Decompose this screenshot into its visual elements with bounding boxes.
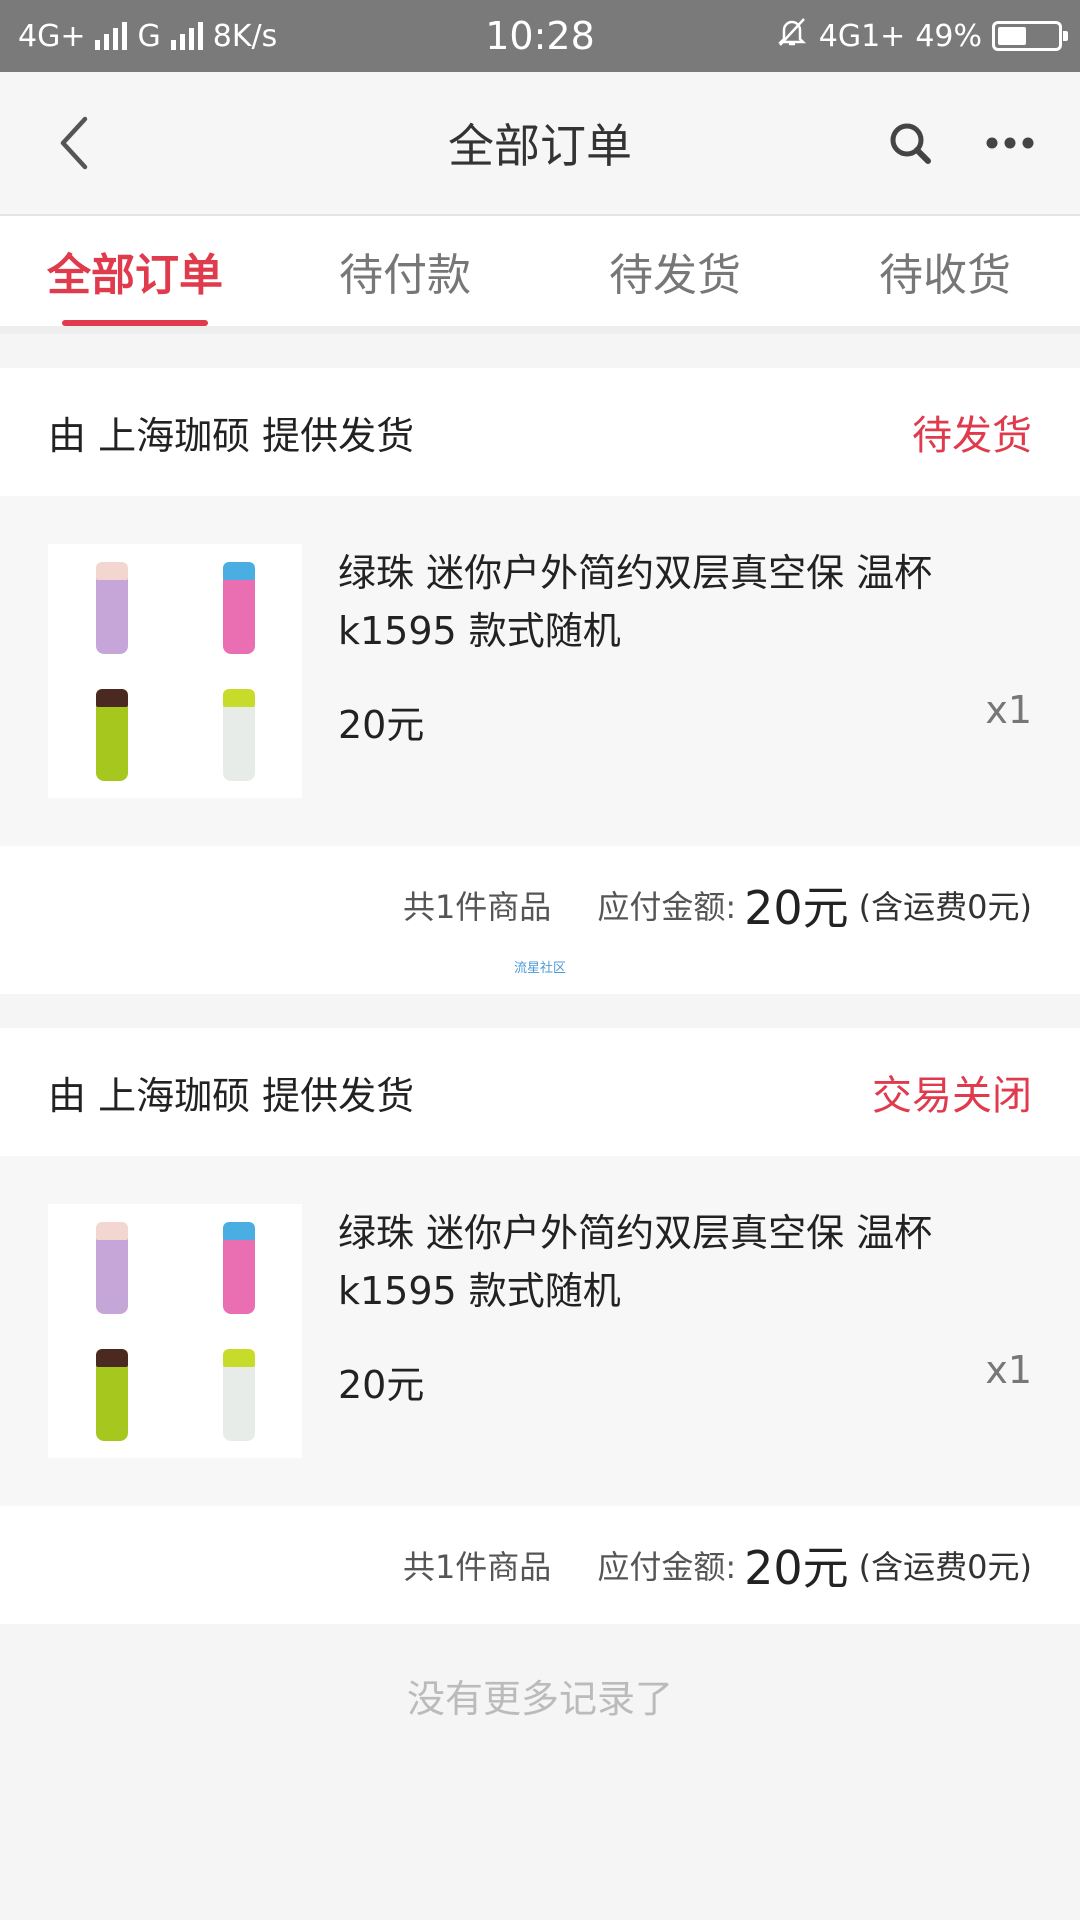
more-button[interactable] — [980, 113, 1040, 173]
tab-pending-shipment[interactable]: 待发货 — [540, 216, 810, 326]
order-tabs: 全部订单 待付款 待发货 待收货 — [0, 216, 1080, 334]
total-amount: 20元 — [744, 1541, 849, 1595]
nav-bar: 全部订单 — [0, 72, 1080, 216]
search-button[interactable] — [880, 113, 940, 173]
item-count: 共1件商品 — [402, 888, 552, 926]
nav-actions — [880, 113, 1040, 173]
product-quantity: x1 — [985, 688, 1032, 732]
status-bar: 4G+ G 8K/s 10:28 4G1+ 49% — [0, 0, 1080, 72]
product-thumbnail — [48, 544, 302, 798]
end-of-list-text: 没有更多记录了 — [406, 1677, 673, 1721]
order-item[interactable]: 绿珠 迷你户外简约双层真空保 温杯 k1595 款式随机 20元 x1 — [0, 496, 1080, 846]
search-icon — [890, 123, 931, 164]
order-status: 交易关闭 — [872, 1073, 1032, 1119]
back-button[interactable] — [45, 113, 105, 173]
network-type-2: G — [137, 18, 161, 54]
tab-pending-receipt[interactable]: 待收货 — [810, 216, 1080, 326]
order-item[interactable]: 绿珠 迷你户外简约双层真空保 温杯 k1595 款式随机 20元 x1 — [0, 1156, 1080, 1506]
shipping-note: (含运费0元) — [858, 1548, 1032, 1586]
item-info: 绿珠 迷你户外简约双层真空保 温杯 k1595 款式随机 20元 x1 — [302, 544, 1032, 846]
supplier-label: 由 上海珈硕 提供发货 — [48, 413, 415, 458]
signal-icon — [170, 22, 203, 50]
product-price: 20元 — [338, 703, 425, 747]
order-header: 由 上海珈硕 提供发货 待发货 — [0, 368, 1080, 496]
status-bar-right: 4G1+ 49% — [775, 15, 1068, 57]
product-price: 20元 — [338, 1363, 425, 1407]
status-bar-left: 4G+ G 8K/s — [18, 19, 277, 54]
watermark-text: 流星社区 — [513, 961, 566, 976]
total-label: 应付金额: — [597, 1548, 737, 1586]
order-summary: 共1件商品 应付金额: 20元 (含运费0元) — [0, 846, 1080, 964]
supplier-label: 由 上海珈硕 提供发货 — [48, 1073, 415, 1118]
product-thumbnail — [48, 1204, 302, 1458]
total-amount: 20元 — [744, 881, 849, 935]
order-status: 待发货 — [912, 413, 1032, 459]
battery-icon — [992, 21, 1068, 51]
tab-pending-payment[interactable]: 待付款 — [270, 216, 540, 326]
total-label: 应付金额: — [597, 888, 737, 926]
chevron-left-icon — [60, 116, 88, 170]
order-summary: 共1件商品 应付金额: 20元 (含运费0元) — [0, 1506, 1080, 1624]
order-card[interactable]: 由 上海珈硕 提供发货 交易关闭 绿珠 迷你户外简约双层真空保 温杯 k1595… — [0, 1028, 1080, 1624]
mute-bell-icon — [775, 15, 809, 57]
product-name: 绿珠 迷你户外简约双层真空保 温杯 k1595 款式随机 — [338, 551, 933, 653]
order-header: 由 上海珈硕 提供发货 交易关闭 — [0, 1028, 1080, 1156]
item-info: 绿珠 迷你户外简约双层真空保 温杯 k1595 款式随机 20元 x1 — [302, 1204, 1032, 1506]
network-speed: 8K/s — [212, 18, 278, 54]
order-card[interactable]: 由 上海珈硕 提供发货 待发货 绿珠 迷你户外简约双层真空保 温杯 k1595 … — [0, 368, 1080, 994]
network-type-3: 4G1+ — [818, 18, 906, 54]
product-name: 绿珠 迷你户外简约双层真空保 温杯 k1595 款式随机 — [338, 1211, 933, 1313]
product-quantity: x1 — [985, 1348, 1032, 1392]
network-type-1: 4G+ — [18, 18, 86, 54]
more-dots-icon — [986, 137, 1034, 149]
shipping-note: (含运费0元) — [858, 888, 1032, 926]
signal-icon — [95, 22, 128, 50]
battery-percent: 49% — [915, 18, 982, 54]
item-count: 共1件商品 — [402, 1548, 552, 1586]
tab-all-orders[interactable]: 全部订单 — [0, 216, 270, 326]
